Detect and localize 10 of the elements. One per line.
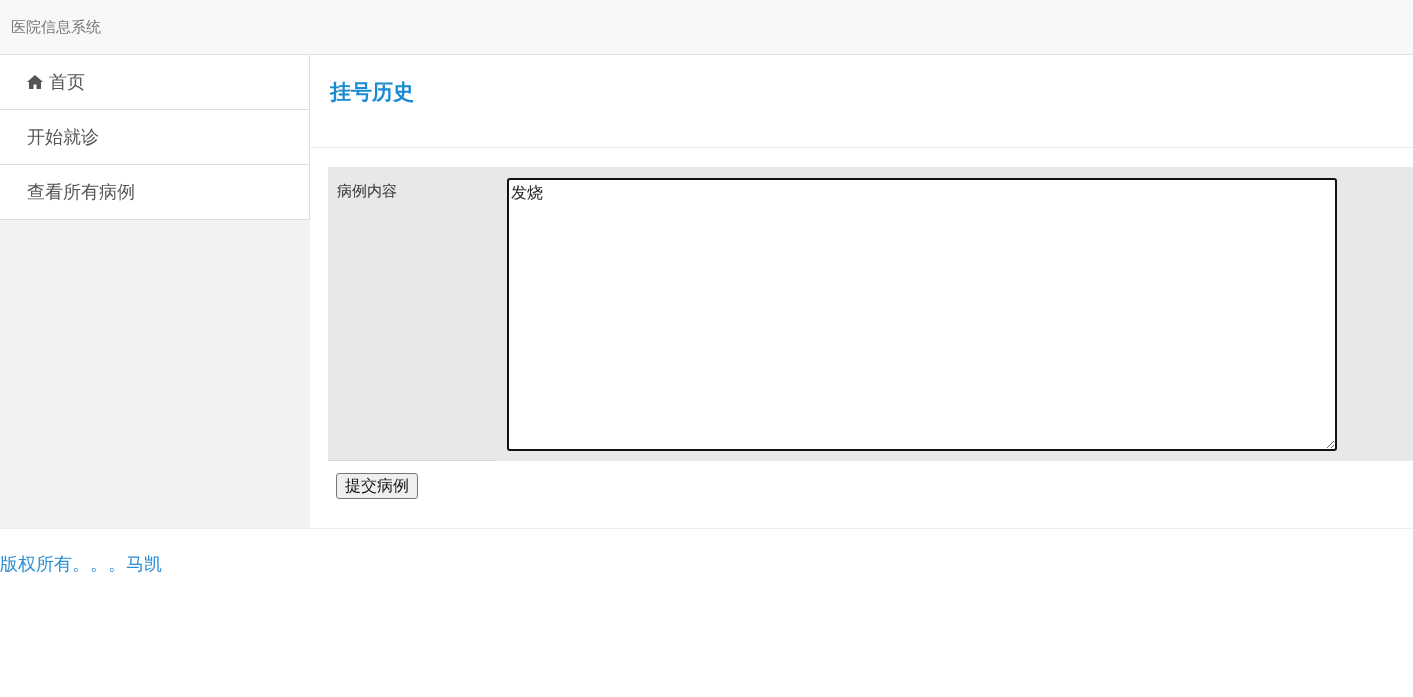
- page-title: 挂号历史: [330, 80, 414, 104]
- submit-button[interactable]: 提交病例: [336, 473, 418, 499]
- case-textarea[interactable]: 发烧: [507, 178, 1337, 451]
- sidebar-item[interactable]: 开始就诊: [0, 110, 310, 165]
- sidebar-item[interactable]: 首页: [0, 55, 310, 110]
- home-icon: [27, 75, 43, 89]
- copyright-text: 版权所有。。。马凯: [0, 553, 162, 574]
- brand-link[interactable]: 医院信息系统: [11, 17, 101, 37]
- field-label: 病例内容: [337, 182, 397, 200]
- sidebar-item[interactable]: 查看所有病例: [0, 165, 310, 220]
